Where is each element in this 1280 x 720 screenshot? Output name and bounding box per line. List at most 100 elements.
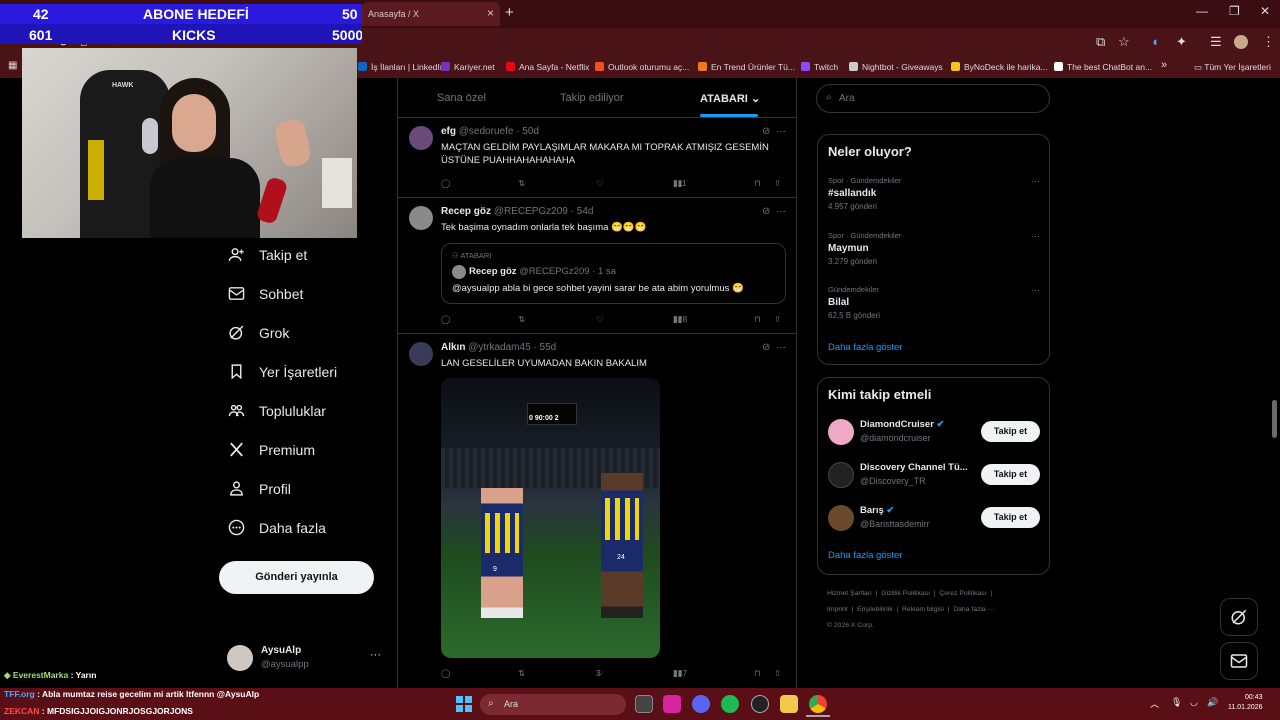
grok-icon[interactable]: ⊘ <box>762 206 770 217</box>
retweet-icon[interactable]: ⇅ <box>518 178 525 189</box>
follow-button[interactable]: Takip et <box>981 464 1040 485</box>
bookmark-item[interactable]: En Trend Ürünler Tü... <box>698 62 795 72</box>
nav-grok[interactable]: Grok <box>228 324 289 341</box>
quoted-tweet[interactable]: ⚇ ATABARI Recep göz @RECEPGz209 · 1 sa @… <box>441 243 786 304</box>
footer-link[interactable]: Imprint <box>827 606 848 613</box>
account-switcher[interactable]: AysuAlp @aysualpp ··· <box>227 643 387 677</box>
suggestion-item[interactable]: Discovery Channel Tü... @Discovery_TR Ta… <box>828 460 1040 490</box>
follow-button[interactable]: Takip et <box>981 507 1040 528</box>
tweet-photo[interactable]: 0 90:00 2 9 24 <box>441 378 660 658</box>
more-icon[interactable]: ··· <box>1031 231 1040 241</box>
bookmark-item[interactable]: ByNoDeck ile harika... <box>951 62 1048 72</box>
extension-icon[interactable]: ◖ <box>1151 34 1159 49</box>
bookmark-item[interactable]: Kariyer.net <box>441 62 495 72</box>
share-icon[interactable]: ⇧ <box>774 314 781 325</box>
footer-link[interactable]: Hizmet Şartları <box>827 590 872 597</box>
nav-premium[interactable]: Premium <box>228 441 315 458</box>
more-icon[interactable]: ··· <box>1031 285 1040 295</box>
trend-item[interactable]: Gündemdekiler Bilal 62,5 B gönderi ··· <box>828 285 1040 320</box>
footer-link[interactable]: Çerez Politikası <box>939 590 986 597</box>
trends-show-more[interactable]: Daha fazla göster <box>828 342 902 353</box>
footer-link[interactable]: Gizlilik Politikası <box>881 590 930 597</box>
nav-bookmarks[interactable]: Yer İşaretleri <box>228 363 337 380</box>
spotify-icon[interactable] <box>721 695 739 713</box>
task-view-icon[interactable] <box>635 695 653 713</box>
tab-atabari[interactable]: ATABARI ⌄ <box>700 92 760 105</box>
page-scrollbar[interactable] <box>1272 400 1277 438</box>
bookmark-item[interactable]: Outlook oturumu aç... <box>595 62 689 72</box>
minimize-icon[interactable]: — <box>1196 4 1208 18</box>
suggestion-item[interactable]: DiamondCruiser ✔ @diamondcruiser Takip e… <box>828 417 1040 447</box>
share-icon[interactable]: ⇧ <box>774 668 781 679</box>
tab-following[interactable]: Takip ediliyor <box>560 92 624 104</box>
bookmark-icon[interactable]: ⊓ <box>754 668 761 679</box>
trend-item[interactable]: Spor · Gündemdekiler #sallandık 4.957 gö… <box>828 176 1040 211</box>
suggestion-item[interactable]: Barış ✔ @Baristtasdemirr Takip et <box>828 503 1040 533</box>
profile-avatar-icon[interactable] <box>1234 35 1248 49</box>
nav-more[interactable]: Daha fazla <box>228 519 326 536</box>
new-tab-icon[interactable]: + <box>505 4 514 21</box>
browser-menu-icon[interactable]: ⋮ <box>1262 34 1275 50</box>
follow-show-more[interactable]: Daha fazla göster <box>828 550 902 561</box>
more-icon[interactable]: ··· <box>776 342 786 353</box>
browser-tab[interactable]: Anasayfa / X × <box>362 2 500 26</box>
apps-grid-icon[interactable]: ▦ <box>8 60 17 71</box>
bookmark-item[interactable]: The best ChatBot an... <box>1054 62 1152 72</box>
nav-profile[interactable]: Profil <box>228 480 291 497</box>
tab-for-you[interactable]: Sana özel <box>437 92 486 104</box>
bookmark-icon[interactable]: ⊓ <box>754 314 761 325</box>
post-button[interactable]: Gönderi yayınla <box>219 561 374 594</box>
follow-button[interactable]: Takip et <box>981 421 1040 442</box>
trend-item[interactable]: Spor · Gündemdekiler Maymun 3.279 gönder… <box>828 231 1040 266</box>
tweet[interactable]: Alkın @ytrkadam45 · 55d ⊘ ··· LAN GESELİ… <box>398 334 796 688</box>
taskbar-search[interactable]: ⌕ Ara <box>480 694 626 715</box>
grok-icon[interactable]: ⊘ <box>762 342 770 353</box>
media-icon[interactable]: ☰ <box>1210 34 1222 50</box>
bookmark-item[interactable]: Ana Sayfa - Netflix <box>506 62 589 72</box>
file-explorer-icon[interactable] <box>780 695 798 713</box>
more-icon[interactable]: ··· <box>1031 176 1040 186</box>
obs-icon[interactable] <box>751 695 769 713</box>
bookmark-item[interactable]: İş İlanları | LinkedIn <box>358 62 445 72</box>
volume-icon[interactable]: 🔊 <box>1207 697 1218 708</box>
windows-start-icon[interactable] <box>456 696 472 712</box>
footer-link[interactable]: Daha fazla ··· <box>953 606 994 613</box>
retweet-icon[interactable]: ⇅ <box>518 314 525 325</box>
messages-fab[interactable] <box>1220 642 1258 680</box>
clock[interactable]: 00:43 11.01.2026 <box>1228 693 1263 713</box>
microphone-icon[interactable]: 🎙 <box>1171 697 1182 708</box>
reply-icon[interactable]: ◯ <box>441 314 451 325</box>
grok-fab[interactable] <box>1220 598 1258 636</box>
more-icon[interactable]: ··· <box>776 126 786 137</box>
window-close-icon[interactable]: ✕ <box>1260 4 1270 18</box>
instagram-icon[interactable] <box>663 695 681 713</box>
wifi-icon[interactable]: ◡ <box>1190 697 1198 708</box>
chrome-icon[interactable] <box>809 695 827 713</box>
like-icon[interactable]: ♡ <box>596 314 604 325</box>
tray-overflow-icon[interactable]: ︿ <box>1150 697 1159 710</box>
footer-link[interactable]: Reklam bilgisi <box>902 606 944 613</box>
nav-communities[interactable]: Topluluklar <box>228 402 326 419</box>
retweet-icon[interactable]: ⇅ <box>518 668 525 679</box>
reply-icon[interactable]: ◯ <box>441 668 451 679</box>
star-icon[interactable]: ☆ <box>1118 34 1130 50</box>
bookmark-icon[interactable]: ⊓ <box>754 178 761 189</box>
bookmark-item[interactable]: Nightbot - Giveaways <box>849 62 943 72</box>
tweet[interactable]: efg @sedoruefe · 50d ⊘ ··· MAÇTAN GELDİM… <box>398 118 796 198</box>
bookmark-item[interactable]: Twitch <box>801 62 838 72</box>
like-icon[interactable]: ♡ <box>596 178 604 189</box>
tweet[interactable]: Recep göz @RECEPGz209 · 54d ⊘ ··· Tek ba… <box>398 198 796 334</box>
extensions-puzzle-icon[interactable]: ✦ <box>1176 34 1187 50</box>
maximize-icon[interactable]: ❐ <box>1229 4 1240 18</box>
more-icon[interactable]: ··· <box>776 206 786 217</box>
search-input[interactable]: ⌕ Ara <box>816 84 1050 113</box>
bookmarks-overflow-button[interactable]: » <box>1161 59 1167 71</box>
install-app-icon[interactable]: ⧉ <box>1096 34 1105 50</box>
footer-link[interactable]: Erişilebilirlik <box>857 606 893 613</box>
discord-icon[interactable] <box>692 695 710 713</box>
share-icon[interactable]: ⇧ <box>774 178 781 189</box>
nav-chat[interactable]: Sohbet <box>228 285 303 302</box>
grok-icon[interactable]: ⊘ <box>762 126 770 137</box>
all-bookmarks-folder[interactable]: ▭ Tüm Yer İşaretleri <box>1194 62 1271 73</box>
nav-follow[interactable]: Takip et <box>228 246 307 263</box>
